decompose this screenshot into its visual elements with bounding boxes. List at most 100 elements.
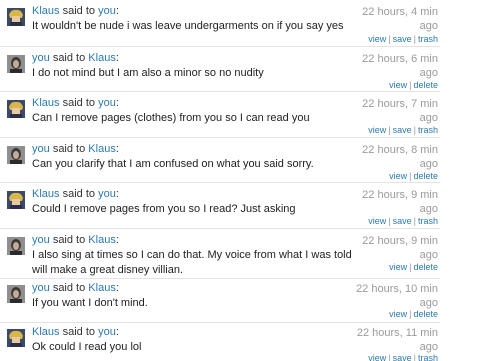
message-header: Klaus said to you: <box>32 5 119 17</box>
divider <box>0 46 440 47</box>
said-to-label: said to <box>52 234 86 246</box>
divider <box>0 278 440 279</box>
message-item: Klaus said to you: Ok could I read you l… <box>0 322 440 361</box>
said-to-label: said to <box>52 52 86 64</box>
message-header: Klaus said to you: <box>32 326 119 338</box>
view-link[interactable]: view <box>389 262 407 272</box>
divider <box>0 182 440 183</box>
you-avatar[interactable] <box>7 237 25 255</box>
message-actions: view | save | trash <box>368 125 438 135</box>
recipient-name[interactable]: Klaus <box>88 282 116 294</box>
said-to-label: said to <box>52 143 86 155</box>
message-item: you said to Klaus: I also sing at times … <box>0 228 440 278</box>
view-link[interactable]: view <box>389 309 407 319</box>
delete-link[interactable]: delete <box>413 80 438 90</box>
view-link[interactable]: view <box>368 34 386 44</box>
recipient-name[interactable]: you <box>98 188 116 200</box>
message-timestamp: 22 hours, 11 min ago <box>356 327 438 353</box>
message-actions: view | delete <box>389 262 438 272</box>
save-link[interactable]: save <box>393 34 412 44</box>
recipient-name[interactable]: Klaus <box>88 234 116 246</box>
you-avatar[interactable] <box>7 55 25 73</box>
message-text: Could I remove pages from you so I read?… <box>32 203 296 215</box>
message-actions: view | save | trash <box>368 353 438 361</box>
message-timestamp: 22 hours, 10 min ago <box>356 283 438 309</box>
message-actions: view | delete <box>389 309 438 319</box>
message-header: you said to Klaus: <box>32 282 119 294</box>
said-to-label: said to <box>62 5 96 17</box>
you-avatar[interactable] <box>7 285 25 303</box>
message-header: you said to Klaus: <box>32 52 119 64</box>
trash-link[interactable]: trash <box>418 216 438 226</box>
message-timestamp: 22 hours, 9 min ago <box>362 235 438 261</box>
said-to-label: said to <box>62 188 96 200</box>
divider <box>0 91 440 92</box>
said-to-label: said to <box>62 326 96 338</box>
recipient-name[interactable]: you <box>98 5 116 17</box>
message-item: you said to Klaus: I do not mind but I a… <box>0 46 440 91</box>
view-link[interactable]: view <box>389 80 407 90</box>
sender-name[interactable]: you <box>32 234 50 246</box>
said-to-label: said to <box>62 97 96 109</box>
message-item: you said to Klaus: If you want I don't m… <box>0 278 440 322</box>
sender-name[interactable]: Klaus <box>32 97 60 109</box>
message-text: I also sing at times so I can do that. M… <box>32 249 352 276</box>
recipient-name[interactable]: Klaus <box>88 143 116 155</box>
trash-link[interactable]: trash <box>418 353 438 361</box>
delete-link[interactable]: delete <box>413 171 438 181</box>
message-timestamp: 22 hours, 4 min ago <box>362 6 438 32</box>
trash-link[interactable]: trash <box>418 34 438 44</box>
message-item: Klaus said to you: It wouldn't be nude i… <box>0 0 440 46</box>
view-link[interactable]: view <box>389 171 407 181</box>
sender-name[interactable]: Klaus <box>32 188 60 200</box>
message-text: Ok could I read you lol <box>32 341 142 353</box>
delete-link[interactable]: delete <box>413 262 438 272</box>
message-actions: view | delete <box>389 80 438 90</box>
recipient-name[interactable]: Klaus <box>88 52 116 64</box>
divider <box>0 228 440 229</box>
message-timestamp: 22 hours, 6 min ago <box>362 53 438 79</box>
message-text: Can you clarify that I am confused on wh… <box>32 158 314 170</box>
message-header: you said to Klaus: <box>32 143 119 155</box>
recipient-name[interactable]: you <box>98 97 116 109</box>
save-link[interactable]: save <box>393 353 412 361</box>
save-link[interactable]: save <box>393 216 412 226</box>
save-link[interactable]: save <box>393 125 412 135</box>
klaus-avatar[interactable] <box>7 191 25 209</box>
delete-link[interactable]: delete <box>413 309 438 319</box>
klaus-avatar[interactable] <box>7 329 25 347</box>
message-timestamp: 22 hours, 9 min ago <box>362 189 438 215</box>
message-header: you said to Klaus: <box>32 234 119 246</box>
message-timestamp: 22 hours, 8 min ago <box>362 144 438 170</box>
message-actions: view | delete <box>389 171 438 181</box>
trash-link[interactable]: trash <box>418 125 438 135</box>
klaus-avatar[interactable] <box>7 8 25 26</box>
divider <box>0 322 440 323</box>
message-item: you said to Klaus: Can you clarify that … <box>0 137 440 182</box>
message-item: Klaus said to you: Can I remove pages (c… <box>0 91 440 137</box>
sender-name[interactable]: Klaus <box>32 5 60 17</box>
sender-name[interactable]: you <box>32 282 50 294</box>
view-link[interactable]: view <box>368 125 386 135</box>
message-item: Klaus said to you: Could I remove pages … <box>0 182 440 228</box>
message-text: It wouldn't be nude i was leave undergar… <box>32 20 344 32</box>
message-text: I do not mind but I am also a minor so n… <box>32 67 264 79</box>
sender-name[interactable]: Klaus <box>32 326 60 338</box>
klaus-avatar[interactable] <box>7 100 25 118</box>
sender-name[interactable]: you <box>32 143 50 155</box>
message-actions: view | save | trash <box>368 216 438 226</box>
message-text: Can I remove pages (clothes) from you so… <box>32 112 310 124</box>
message-header: Klaus said to you: <box>32 97 119 109</box>
message-header: Klaus said to you: <box>32 188 119 200</box>
view-link[interactable]: view <box>368 353 386 361</box>
sender-name[interactable]: you <box>32 52 50 64</box>
divider <box>0 137 440 138</box>
you-avatar[interactable] <box>7 146 25 164</box>
view-link[interactable]: view <box>368 216 386 226</box>
message-text: If you want I don't mind. <box>32 297 148 309</box>
message-actions: view | save | trash <box>368 34 438 44</box>
message-timestamp: 22 hours, 7 min ago <box>362 98 438 124</box>
recipient-name[interactable]: you <box>98 326 116 338</box>
message-feed: Klaus said to you: It wouldn't be nude i… <box>0 0 500 361</box>
said-to-label: said to <box>52 282 86 294</box>
